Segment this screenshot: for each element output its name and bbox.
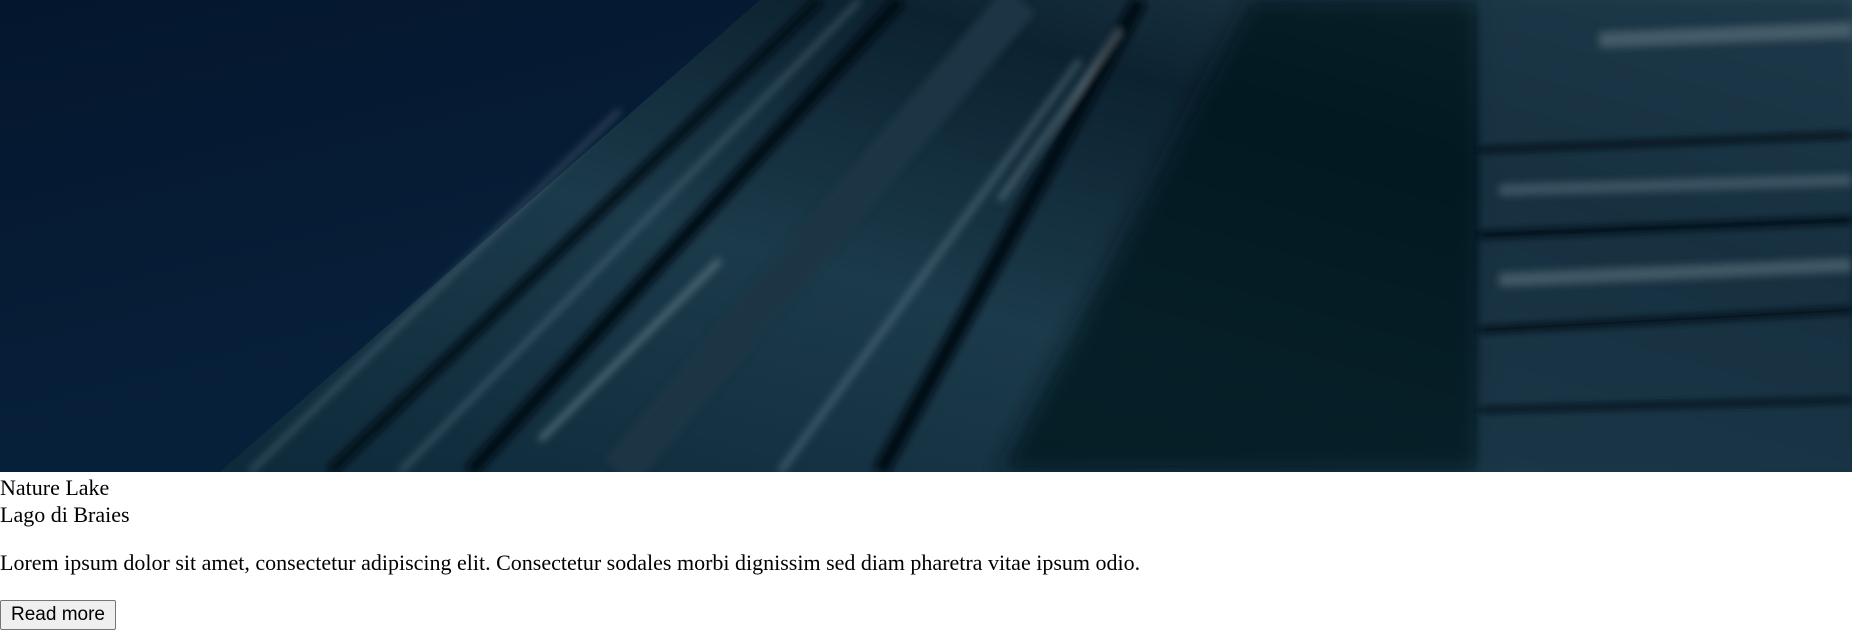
- card-title: Lago di Braies: [0, 502, 130, 527]
- card-eyebrow: Nature Lake: [0, 475, 110, 500]
- hero-image: [0, 0, 1852, 472]
- card-body: Nature Lake Lago di Braies Lorem ipsum d…: [0, 474, 1852, 630]
- hero-image-artwork: [0, 0, 1852, 472]
- card-description: Lorem ipsum dolor sit amet, consectetur …: [0, 550, 1141, 575]
- read-more-button[interactable]: Read more: [0, 600, 116, 630]
